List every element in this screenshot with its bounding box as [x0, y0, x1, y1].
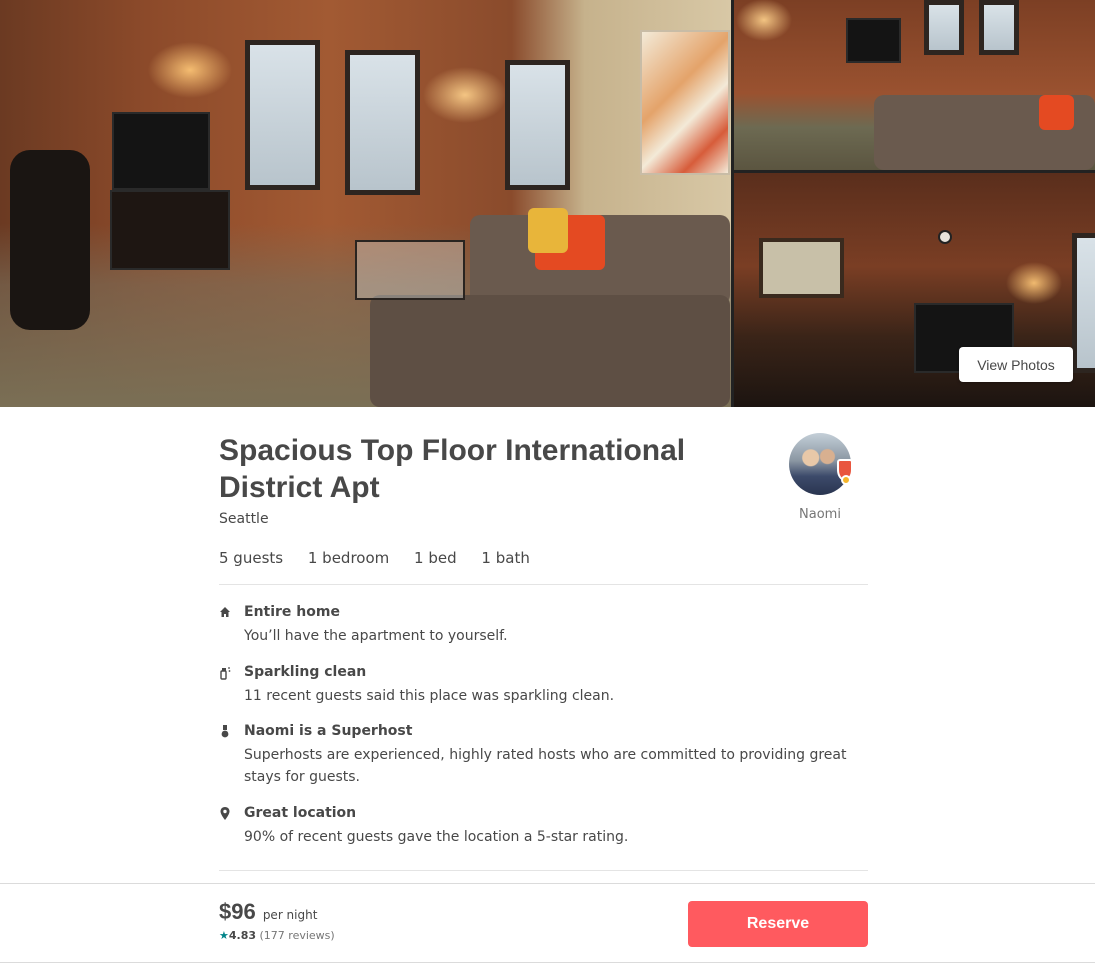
reserve-button[interactable]: Reserve	[688, 901, 868, 947]
television	[846, 18, 901, 63]
highlight-description: 11 recent guests said this place was spa…	[244, 688, 615, 704]
divider	[219, 870, 868, 871]
pillow	[528, 208, 568, 253]
highlight-sparkling-clean: Sparkling clean 11 recent guests said th…	[219, 664, 859, 704]
listing-specs: 5 guests 1 bedroom 1 bed 1 bath	[219, 549, 550, 567]
location-pin-icon	[219, 807, 231, 821]
pillow	[1039, 95, 1074, 130]
highlight-description: 90% of recent guests gave the location a…	[244, 829, 629, 845]
window	[924, 0, 964, 55]
highlight-great-location: Great location 90% of recent guests gave…	[219, 805, 859, 845]
listing-title: Spacious Top Floor International Distric…	[219, 434, 686, 504]
mirror	[759, 238, 844, 298]
rating-value: 4.83	[228, 929, 257, 942]
highlight-title: Great location	[244, 805, 357, 821]
divider	[219, 584, 868, 585]
photo-living-room-2[interactable]	[734, 0, 1095, 170]
highlight-title: Entire home	[244, 604, 340, 620]
window	[345, 50, 420, 195]
review-count[interactable]: (177 reviews)	[260, 929, 335, 942]
sofa-seat	[370, 295, 730, 407]
superhost-medal-icon	[219, 725, 231, 739]
photo-gallery: View Photos	[0, 0, 1095, 407]
price-amount: $96	[219, 899, 256, 924]
highlight-superhost: Naomi is a Superhost Superhosts are expe…	[219, 723, 859, 785]
wall-clock	[938, 230, 952, 244]
view-photos-button[interactable]: View Photos	[959, 347, 1073, 382]
spec-bedrooms: 1 bedroom	[307, 549, 390, 567]
superhost-dot-icon	[841, 475, 851, 485]
booking-bar: $96 per night ★4.83 (177 reviews) Reserv…	[0, 883, 1095, 963]
coffee-table	[355, 240, 465, 300]
highlight-title: Sparkling clean	[244, 664, 367, 680]
window	[1072, 233, 1095, 373]
superhost-badge-icon	[837, 459, 853, 485]
listing-city[interactable]: Seattle	[219, 511, 269, 527]
spec-guests: 5 guests	[219, 549, 284, 567]
nightly-price: $96 per night	[219, 899, 317, 925]
office-chair	[10, 150, 90, 330]
host-name[interactable]: Naomi	[789, 507, 851, 522]
window	[505, 60, 570, 190]
cleaning-spray-icon	[219, 666, 231, 680]
rating-summary[interactable]: ★4.83 (177 reviews)	[219, 929, 335, 942]
highlight-description: Superhosts are experienced, highly rated…	[244, 747, 847, 785]
window	[245, 40, 320, 190]
host-profile[interactable]: Naomi	[789, 433, 853, 522]
window	[979, 0, 1019, 55]
home-icon	[219, 606, 231, 620]
avatar[interactable]	[789, 433, 853, 495]
spec-beds: 1 bed	[414, 549, 457, 567]
star-icon: ★	[219, 929, 229, 942]
spec-baths: 1 bath	[481, 549, 530, 567]
highlight-title: Naomi is a Superhost	[244, 723, 413, 739]
highlight-entire-home: Entire home You’ll have the apartment to…	[219, 604, 859, 644]
price-unit: per night	[262, 908, 318, 922]
main-photo-living-room[interactable]	[0, 0, 731, 407]
highlight-description: You’ll have the apartment to yourself.	[244, 628, 508, 644]
tv-stand	[110, 190, 230, 270]
wall-art	[640, 30, 730, 175]
television	[112, 112, 210, 190]
